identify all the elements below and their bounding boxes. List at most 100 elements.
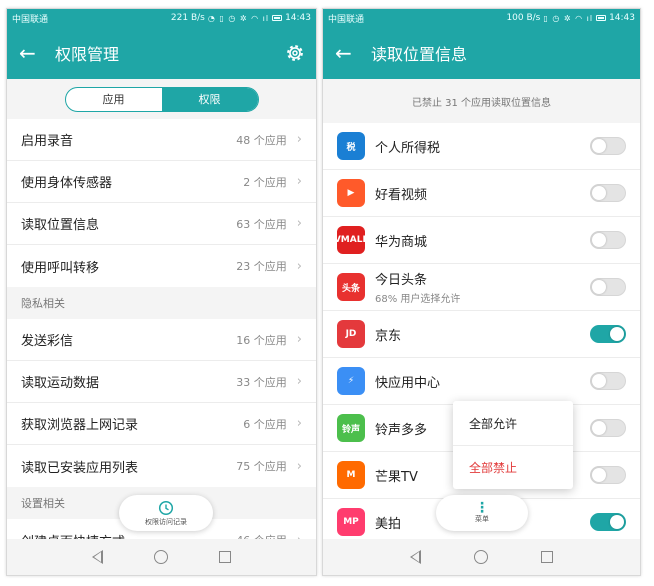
location-permission-toggle[interactable] [590, 184, 626, 202]
permission-row[interactable]: 使用呼叫转移 23 个应用 › [7, 245, 316, 287]
page-title: 权限管理 [55, 45, 120, 64]
battery-icon [596, 15, 607, 21]
chevron-right-icon: › [296, 332, 302, 347]
nav-recents-icon[interactable] [218, 551, 231, 563]
permission-row[interactable]: 使用身体传感器 2 个应用 › [7, 161, 316, 203]
permission-row[interactable]: 获取浏览器上网记录 6 个应用 › [7, 403, 316, 445]
permission-app-count: 6 个应用 [243, 417, 287, 431]
permission-row[interactable]: 启用录音 48 个应用 › [7, 119, 316, 161]
app-row: 税个人所得税 [323, 123, 640, 170]
haokan-icon: ▶ [337, 179, 365, 207]
app-row: ⚡ 快应用中心 [323, 358, 640, 405]
permission-name: 启用录音 [21, 134, 74, 149]
chevron-right-icon: › [296, 174, 302, 189]
allow-all-menu-item[interactable]: 全部允许 [453, 401, 573, 445]
permission-app-count: 23 个应用 [236, 260, 287, 273]
location-permission-toggle[interactable] [590, 137, 626, 155]
back-arrow-icon[interactable]: ← [335, 43, 365, 63]
tab-apps[interactable]: 应用 [66, 88, 162, 111]
permission-manager-screen: 中国联通 221 B/s ◔ ▯ ◷ ✲ ◠ ıl 14:43 ← 权限管理 应… [6, 8, 317, 576]
status-bar: 中国联通 100 B/s ▯ ◷ ✲ ◠ ıl 14:43 [323, 9, 640, 27]
quickapp-icon: ⚡ [337, 367, 365, 395]
menu-button[interactable]: ⋮ 菜单 [436, 495, 528, 531]
app-bar: ← 权限管理 [7, 27, 316, 79]
clock-time: 14:43 [285, 13, 311, 23]
back-arrow-icon[interactable]: ← [19, 43, 49, 63]
history-clock-icon [158, 500, 174, 515]
more-dots-icon: ⋮ [475, 499, 489, 516]
segmented-control: 应用 权限 [64, 86, 259, 112]
permission-name: 使用身体传感器 [21, 176, 113, 191]
permission-row[interactable]: 读取位置信息 63 个应用 › [7, 203, 316, 245]
app-name: 今日头条 [375, 273, 428, 288]
app-bar: ← 读取位置信息 [323, 27, 640, 79]
permission-app-count: 33 个应用 [236, 375, 287, 389]
carrier-label: 中国联通 [328, 14, 365, 25]
chevron-right-icon: › [296, 258, 302, 274]
location-permission-toggle[interactable] [590, 513, 626, 531]
chevron-right-icon: › [296, 416, 302, 431]
chevron-right-icon: › [296, 132, 302, 147]
location-permission-toggle[interactable] [590, 278, 626, 296]
permission-row[interactable]: 读取已安装应用列表 75 个应用 › [7, 445, 316, 487]
bulk-action-menu: 全部允许 全部禁止 [453, 401, 573, 489]
location-permission-toggle[interactable] [590, 466, 626, 484]
gear-icon[interactable] [284, 42, 306, 64]
permission-name: 发送彩信 [21, 334, 74, 349]
nav-back-icon[interactable] [92, 550, 104, 564]
app-row: ▶ 好看视频 [323, 170, 640, 217]
location-permission-toggle[interactable] [590, 372, 626, 390]
permission-row[interactable]: 读取运动数据 33 个应用 › [7, 361, 316, 403]
location-permission-screen: 中国联通 100 B/s ▯ ◷ ✲ ◠ ıl 14:43 ← 读取位置信息 已… [322, 8, 641, 576]
menu-label: 菜单 [475, 514, 489, 523]
access-history-button[interactable]: 权限访问记录 [119, 495, 213, 531]
app-text: 好看视频 [375, 184, 590, 203]
location-permission-toggle[interactable] [590, 419, 626, 437]
chevron-right-icon: › [296, 216, 302, 231]
permission-list-group-1: 启用录音 48 个应用 › 使用身体传感器 2 个应用 › 读取位置信息 63 个应用 › 使用呼… [7, 119, 316, 287]
nav-home-icon[interactable] [153, 550, 168, 564]
permission-app-count: 16 个应用 [236, 333, 287, 347]
permission-row[interactable]: 发送彩信 16 个应用 › [7, 319, 316, 361]
vmall-icon: VMALL [337, 226, 365, 254]
permission-name: 读取运动数据 [21, 376, 100, 391]
app-name: 京东 [375, 328, 402, 344]
deny-all-menu-item[interactable]: 全部禁止 [453, 445, 573, 489]
carrier-label: 中国联通 [12, 14, 49, 25]
status-icons: ◔ ▯ ◷ ✲ ◠ ıl [207, 13, 270, 23]
chevron-right-icon: › [296, 374, 302, 389]
ringtone-icon: 铃声 [337, 414, 365, 442]
nav-home-icon[interactable] [473, 550, 488, 564]
app-text: 华为商城 [375, 231, 590, 250]
status-icons: ▯ ◷ ✲ ◠ ıl [543, 13, 594, 23]
app-row: JD 京东 [323, 311, 640, 358]
app-name: 快应用中心 [375, 375, 441, 391]
nav-recents-icon[interactable] [541, 551, 554, 563]
permission-list-group-2: 发送彩信 16 个应用 › 读取运动数据 33 个应用 › 获取浏览器上网记录 6 个应用 › 读… [7, 319, 316, 487]
jd-icon: JD [337, 320, 365, 348]
app-subtitle: 68% 用户选择允许 [375, 294, 461, 305]
location-permission-toggle[interactable] [590, 231, 626, 249]
blocked-apps-info: 已禁止 31 个应用读取位置信息 [411, 97, 552, 109]
clock-time: 14:43 [609, 13, 635, 23]
permission-name: 使用呼叫转移 [21, 260, 100, 276]
permission-name: 读取位置信息 [21, 218, 100, 233]
permission-app-count: 48 个应用 [236, 133, 287, 147]
meipai-icon: MP [337, 508, 365, 536]
nav-back-icon[interactable] [409, 550, 421, 564]
system-nav-bar [323, 539, 640, 575]
permission-name: 读取已安装应用列表 [21, 460, 139, 476]
battery-icon [272, 15, 283, 21]
tab-permissions[interactable]: 权限 [161, 87, 258, 111]
app-text: 快应用中心 [375, 372, 590, 391]
app-row: VMALL 华为商城 [323, 217, 640, 264]
system-nav-bar [7, 539, 316, 575]
toutiao-icon: 头条 [337, 273, 365, 301]
permission-name: 获取浏览器上网记录 [21, 418, 139, 433]
app-name: 好看视频 [375, 187, 428, 203]
location-permission-toggle[interactable] [590, 325, 626, 343]
app-row: 头条 今日头条 68% 用户选择允许 [323, 264, 640, 311]
segmented-control-wrapper: 应用 权限 [7, 79, 316, 119]
permission-app-count: 75 个应用 [236, 460, 287, 473]
chevron-right-icon: › [296, 458, 302, 474]
